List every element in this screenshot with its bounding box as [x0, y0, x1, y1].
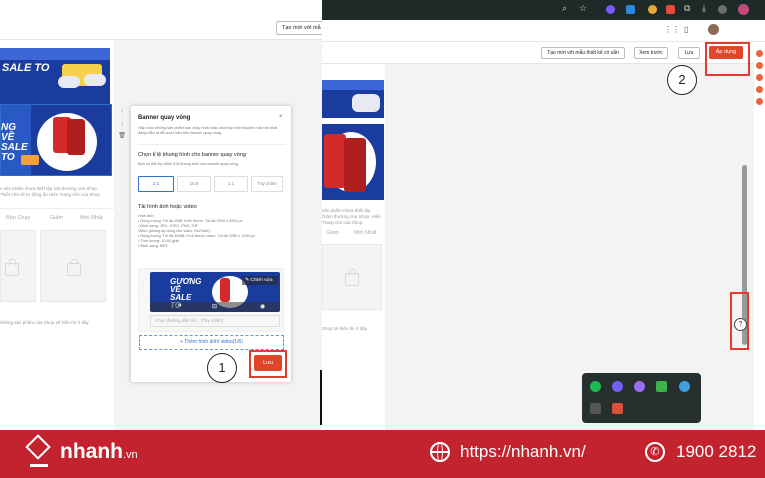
extension-icon[interactable] [626, 5, 635, 14]
apps-grid-icon[interactable]: ⋮⋮ [664, 25, 680, 34]
search-icon[interactable]: ⌕ [562, 3, 567, 14]
nhanh-logo-icon [25, 434, 52, 467]
phone-image [344, 138, 366, 192]
ratio-2-1[interactable]: 2:1 [138, 176, 174, 192]
uploaded-banner-thumbnail[interactable]: GƯƠNG VỀ SALE TO ✎ Chỉnh sửa ⌗ ⊟ ◉ [150, 272, 280, 312]
empty-products-text: những sản phẩm của Shop sẽ hiển thị ở đâ… [0, 320, 89, 325]
step-2-callout: 2 [667, 65, 697, 95]
delete-icon[interactable]: ⊟ [212, 303, 217, 310]
left-screenshot: Tạo mới với mẫ SALE TO NG VỀ SALE TO n s… [0, 0, 322, 430]
bookmark-bar: ⋮⋮ ▯ [322, 20, 765, 42]
brand-suffix: .vn [123, 449, 138, 461]
link-icon[interactable] [590, 403, 601, 414]
viber-icon[interactable] [612, 381, 623, 392]
spotify-icon[interactable] [590, 381, 601, 392]
modal-description: Hãy chọn những sản phẩm bán chạy nhất ho… [138, 126, 278, 135]
tab-newest[interactable]: Mới Nhất [354, 230, 377, 236]
ratio-custom[interactable]: Tùy chỉnh [251, 176, 283, 192]
highlight-save-box [249, 350, 287, 378]
left-topbar [0, 0, 322, 40]
skype-icon[interactable] [679, 381, 690, 392]
globe-icon [430, 442, 450, 462]
banner-hint: n sản phẩm nhưa thiết lập Giả thường của… [0, 186, 102, 197]
empty-products-text: Shop sẽ hiển thị ở đây [322, 326, 367, 331]
promo-banner-top[interactable] [322, 80, 384, 118]
phone-image [67, 119, 85, 155]
extension-icon[interactable] [666, 5, 675, 14]
ratio-section-desc: Bạn có thể tùy chỉnh tỉ lệ khung hình củ… [138, 162, 239, 166]
modal-title: Banner quay vòng [138, 115, 191, 121]
create-template-button[interactable]: Tạo mới với mẫ [276, 21, 322, 35]
shopping-bag-icon [345, 269, 359, 286]
footer-url[interactable]: https://nhanh.vn/ [460, 442, 586, 462]
extension-icon[interactable] [648, 5, 657, 14]
add-media-button[interactable]: + Thêm hình ảnh/ video(1/6) [139, 335, 284, 350]
sidebar-icon[interactable] [756, 62, 763, 69]
sidebar-icon[interactable] [756, 50, 763, 57]
profile-icon[interactable] [718, 5, 727, 14]
create-template-button[interactable]: Tạo mới với mẫu thiết kế có sẵn [541, 47, 625, 59]
extension-icon[interactable] [606, 5, 615, 14]
check-icon[interactable] [656, 381, 667, 392]
section-tools: ↑ ↓ 🗑 [115, 106, 129, 142]
sidebar-icon[interactable] [756, 98, 763, 105]
tab-best-selling[interactable]: Bán Chạy [6, 215, 30, 221]
thumb-toolbar: ⌗ ⊟ ◉ [150, 302, 280, 312]
right-screenshot: ⌕ ☆ ⧉ ⤓ ⋮⋮ ▯ Tạo mới với mẫu thiết kế có… [322, 0, 765, 430]
user-avatar[interactable] [708, 24, 719, 35]
step-1-callout: 1 [207, 353, 237, 383]
puzzle-icon[interactable]: ⧉ [684, 3, 690, 14]
shopping-bag-icon [67, 259, 81, 276]
tab-newest[interactable]: Mới Nhất [80, 215, 103, 221]
ratio-section-title: Chọn tỉ lệ khung hình cho banner quay vò… [138, 152, 246, 158]
footer-phone[interactable]: 1900 2812 [676, 442, 756, 462]
upload-section-title: Tải hình ảnh hoặc video [138, 204, 197, 210]
phone-image [220, 278, 230, 302]
close-icon[interactable]: × [279, 114, 283, 120]
drag-handle-icon[interactable]: ⋮ [141, 284, 146, 290]
selected-carousel-banner[interactable]: NG VỀ SALE TO [0, 104, 112, 176]
shopping-bag-icon [5, 259, 19, 276]
move-down-icon[interactable]: ↓ [115, 118, 129, 130]
move-up-icon[interactable]: ↑ [115, 106, 129, 118]
product-placeholder [0, 230, 36, 302]
banner-strip [0, 90, 110, 104]
brand-name: nhanh [60, 440, 123, 463]
upload-specs: Hình ảnh: • Dung lượng: Tối đa 2MB; Kích… [138, 214, 284, 249]
system-tray-popup [582, 373, 701, 423]
product-placeholder [40, 230, 106, 302]
ratio-1-1[interactable]: 1:1 [214, 176, 248, 192]
view-icon[interactable]: ◉ [260, 303, 265, 310]
trash-icon[interactable]: 🗑 [115, 130, 129, 142]
phone-image [324, 134, 346, 188]
reading-list-icon[interactable]: ▯ [684, 25, 688, 34]
tab-discount[interactable]: Giảm [326, 230, 339, 236]
spec-line: • Định dạng: MP4 [138, 244, 168, 248]
browser-toolbar: ⌕ ☆ ⧉ ⤓ [322, 0, 765, 20]
phone-icon: ✆ [645, 442, 665, 462]
tab-discount[interactable]: Giảm [50, 215, 63, 221]
avatar[interactable] [738, 4, 749, 15]
carousel-banner[interactable] [322, 124, 384, 200]
feather-icon[interactable] [634, 381, 645, 392]
link-url-select[interactable]: Chọn đường dẫn tới... (Tùy chỉnh) [150, 315, 280, 327]
promo-banner-top[interactable]: SALE TO [0, 48, 110, 90]
star-icon[interactable]: ☆ [579, 3, 587, 14]
footer-brand: nhanh.vn [60, 440, 138, 464]
app-icon[interactable] [612, 403, 623, 414]
product-placeholder [322, 244, 382, 310]
ratio-16-9[interactable]: 16:9 [177, 176, 211, 192]
banner-sale-text: SALE TO [2, 62, 50, 74]
preview-button[interactable]: Xem trước [634, 47, 668, 59]
crop-icon[interactable]: ⌗ [178, 303, 181, 310]
download-icon[interactable]: ⤓ [702, 3, 706, 14]
banner-hint: sản phẩm nhưa thiết lập Giảm thường của … [322, 208, 381, 225]
save-button[interactable]: Lưu [678, 47, 700, 59]
edit-overlay[interactable]: ✎ Chỉnh sửa [242, 276, 278, 285]
sidebar-icon[interactable] [756, 74, 763, 81]
highlight-apply-box [705, 42, 750, 76]
highlight-side-box [730, 292, 749, 350]
sidebar-icon[interactable] [756, 86, 763, 93]
edit-label: Chỉnh sửa [250, 278, 273, 283]
